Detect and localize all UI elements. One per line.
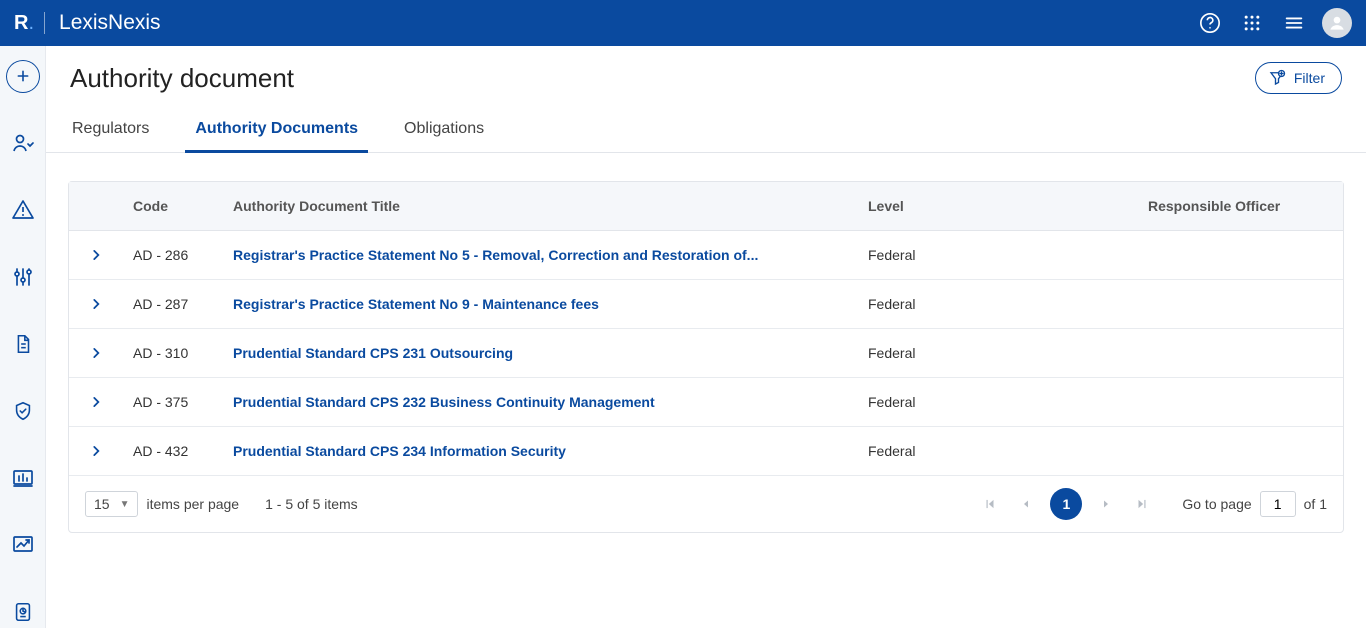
table-row: AD - 310 Prudential Standard CPS 231 Outs… — [69, 329, 1343, 378]
expand-row-button[interactable] — [89, 248, 103, 262]
nav-report-icon[interactable] — [6, 595, 40, 628]
col-code[interactable]: Code — [123, 182, 223, 230]
doc-title-link[interactable]: Prudential Standard CPS 232 Business Con… — [233, 394, 655, 410]
expand-row-button[interactable] — [89, 444, 103, 458]
filter-icon — [1268, 69, 1286, 87]
cell-level: Federal — [858, 427, 1138, 475]
menu-icon[interactable] — [1280, 9, 1308, 37]
cell-code: AD - 375 — [123, 378, 223, 426]
cell-code: AD - 432 — [123, 427, 223, 475]
goto-of-label: of 1 — [1304, 496, 1327, 512]
page-title: Authority document — [70, 63, 294, 94]
cell-officer — [1138, 231, 1343, 279]
table-row: AD - 375 Prudential Standard CPS 232 Busi… — [69, 378, 1343, 427]
nav-users-icon[interactable] — [6, 127, 40, 160]
cell-level: Federal — [858, 378, 1138, 426]
cell-level: Federal — [858, 280, 1138, 328]
expand-row-button[interactable] — [89, 346, 103, 360]
cell-level: Federal — [858, 231, 1138, 279]
nav-alert-icon[interactable] — [6, 194, 40, 227]
cell-code: AD - 287 — [123, 280, 223, 328]
logo-mark: R — [14, 12, 27, 35]
tab-obligations[interactable]: Obligations — [402, 112, 486, 152]
goto-input[interactable] — [1260, 491, 1296, 517]
nav-document-icon[interactable] — [6, 328, 40, 361]
doc-title-link[interactable]: Prudential Standard CPS 231 Outsourcing — [233, 345, 513, 361]
table-row: AD - 286 Registrar's Practice Statement N… — [69, 231, 1343, 280]
data-grid: Code Authority Document Title Level Resp… — [68, 181, 1344, 533]
cell-officer — [1138, 427, 1343, 475]
table-row: AD - 432 Prudential Standard CPS 234 Info… — [69, 427, 1343, 475]
doc-title-link[interactable]: Prudential Standard CPS 234 Information … — [233, 443, 566, 459]
expand-row-button[interactable] — [89, 297, 103, 311]
doc-title-link[interactable]: Registrar's Practice Statement No 5 - Re… — [233, 247, 758, 263]
top-bar: R. LexisNexis — [0, 0, 1366, 46]
chevron-down-icon: ▼ — [120, 499, 130, 510]
pager-first[interactable] — [978, 492, 1002, 516]
nav-chart-icon[interactable] — [6, 461, 40, 494]
col-title[interactable]: Authority Document Title — [223, 182, 858, 230]
items-per-page-label: items per page — [146, 496, 239, 512]
filter-label: Filter — [1294, 70, 1325, 86]
pager-current[interactable]: 1 — [1050, 488, 1082, 520]
grid-header: Code Authority Document Title Level Resp… — [69, 182, 1343, 231]
nav-shield-icon[interactable] — [6, 394, 40, 427]
nav-sliders-icon[interactable] — [6, 261, 40, 294]
nav-add-button[interactable] — [6, 60, 40, 93]
col-level[interactable]: Level — [858, 182, 1138, 230]
doc-title-link[interactable]: Registrar's Practice Statement No 9 - Ma… — [233, 296, 599, 312]
apps-grid-icon[interactable] — [1238, 9, 1266, 37]
tabs: Regulators Authority Documents Obligatio… — [46, 112, 1366, 153]
table-row: AD - 287 Registrar's Practice Statement N… — [69, 280, 1343, 329]
cell-code: AD - 286 — [123, 231, 223, 279]
pager-prev[interactable] — [1014, 492, 1038, 516]
tab-regulators[interactable]: Regulators — [70, 112, 151, 152]
range-label: 1 - 5 of 5 items — [265, 496, 358, 512]
logo-dot: . — [28, 12, 34, 35]
filter-button[interactable]: Filter — [1255, 62, 1342, 94]
page-size-value: 15 — [94, 496, 110, 512]
col-officer[interactable]: Responsible Officer — [1138, 182, 1343, 230]
expand-row-button[interactable] — [89, 395, 103, 409]
cell-officer — [1138, 329, 1343, 377]
pager-next[interactable] — [1094, 492, 1118, 516]
nav-trend-icon[interactable] — [6, 528, 40, 561]
left-nav — [0, 46, 46, 628]
cell-officer — [1138, 378, 1343, 426]
cell-code: AD - 310 — [123, 329, 223, 377]
logo-divider — [44, 12, 45, 34]
goto-label: Go to page — [1182, 496, 1251, 512]
cell-level: Federal — [858, 329, 1138, 377]
brand-name: LexisNexis — [59, 11, 161, 35]
main-content: Authority document Filter Regulators Aut… — [46, 46, 1366, 628]
help-icon[interactable] — [1196, 9, 1224, 37]
pager: 15 ▼ items per page 1 - 5 of 5 items 1 — [69, 475, 1343, 532]
tab-authority-documents[interactable]: Authority Documents — [185, 112, 368, 153]
avatar[interactable] — [1322, 8, 1352, 38]
cell-officer — [1138, 280, 1343, 328]
page-size-select[interactable]: 15 ▼ — [85, 491, 138, 517]
pager-last[interactable] — [1130, 492, 1154, 516]
